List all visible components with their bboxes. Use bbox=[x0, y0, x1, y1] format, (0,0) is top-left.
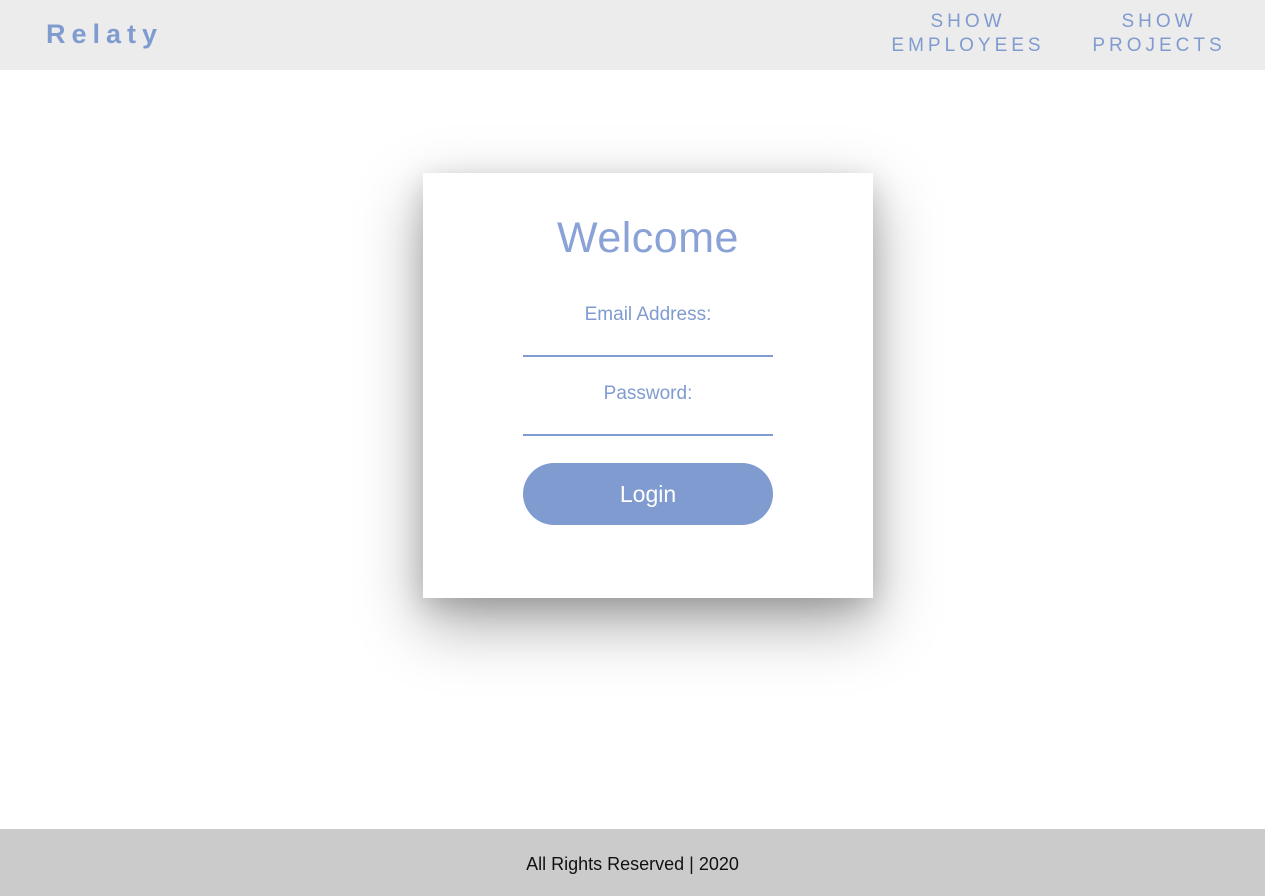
nav-show-projects-line2: PROJECTS bbox=[1092, 35, 1226, 56]
nav-show-employees-line1: SHOW bbox=[930, 11, 1006, 32]
nav-show-projects-line1: SHOW bbox=[1121, 11, 1197, 32]
login-card: Welcome Email Address: Password: Login bbox=[423, 173, 873, 598]
login-button[interactable]: Login bbox=[523, 463, 773, 525]
page: Relaty SHOW EMPLOYEES SHOW PROJECTS Welc… bbox=[0, 0, 1265, 896]
password-label: Password: bbox=[603, 383, 693, 404]
brand-logo[interactable]: Relaty bbox=[46, 18, 163, 50]
nav-show-projects[interactable]: SHOW PROJECTS bbox=[1088, 10, 1230, 58]
nav-show-employees[interactable]: SHOW EMPLOYEES bbox=[888, 10, 1048, 58]
password-field-group: Password: bbox=[523, 382, 773, 436]
footer: All Rights Reserved | 2020 bbox=[0, 829, 1265, 896]
top-navbar: Relaty SHOW EMPLOYEES SHOW PROJECTS bbox=[0, 0, 1265, 70]
email-field-group: Email Address: bbox=[523, 303, 773, 357]
nav-show-employees-line2: EMPLOYEES bbox=[891, 35, 1045, 56]
password-input[interactable] bbox=[523, 406, 773, 436]
email-label: Email Address: bbox=[584, 304, 712, 325]
welcome-title: Welcome bbox=[557, 214, 739, 262]
email-input[interactable] bbox=[523, 327, 773, 357]
footer-copyright: All Rights Reserved | 2020 bbox=[526, 854, 739, 874]
